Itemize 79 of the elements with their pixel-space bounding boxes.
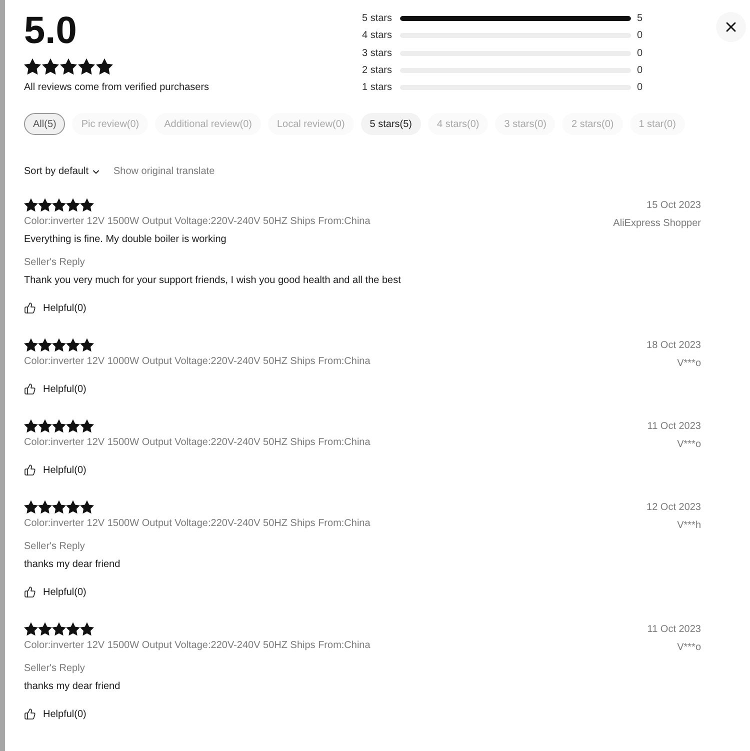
helpful-button[interactable]: Helpful(0) (24, 461, 86, 480)
rating-count: 0 (637, 29, 643, 44)
star-icon (24, 198, 38, 212)
product-variant: Color:inverter 12V 1000W Output Voltage:220V-240V 50HZ Ships From:China (24, 355, 370, 370)
seller-reply-label: Seller's Reply (24, 662, 85, 676)
helpful-button[interactable]: Helpful(0) (24, 299, 86, 318)
seller-reply-text: Thank you very much for your support friends, I wish you good health and all the best (24, 274, 401, 288)
star-icon (38, 419, 52, 434)
seller-reply-text: thanks my dear friend (24, 680, 120, 694)
reviewer-name: V***o (677, 438, 701, 452)
show-original-link[interactable]: Show original translate (113, 165, 215, 180)
rating-count: 0 (637, 64, 643, 78)
star-icon (60, 58, 77, 75)
star-icon (66, 338, 80, 352)
star-icon (66, 622, 80, 636)
verified-note: All reviews come from verified purchasers (24, 81, 210, 95)
seller-reply-label: Seller's Reply (24, 540, 85, 554)
rating-count: 0 (637, 46, 643, 61)
review-date: 11 Oct 2023 (647, 420, 701, 434)
thumbs-up-icon (24, 586, 36, 598)
review-date: 18 Oct 2023 (646, 339, 701, 354)
reviewer-name: V***o (677, 357, 701, 372)
star-icon (78, 58, 95, 75)
thumbs-up-icon (24, 708, 36, 720)
star-icon (38, 500, 52, 514)
helpful-button[interactable]: Helpful(0) (24, 380, 86, 398)
star-icon (66, 500, 80, 514)
star-icon (38, 198, 52, 212)
star-icon (52, 500, 66, 514)
reviewer-name: AliExpress Shopper (613, 217, 701, 232)
star-icon (24, 58, 41, 75)
rating-count: 0 (637, 81, 643, 96)
star-icon (52, 198, 66, 212)
star-icon (38, 338, 52, 352)
thumbs-up-icon (24, 302, 36, 314)
product-variant: Color:inverter 12V 1500W Output Voltage:220V-240V 50HZ Ships From:China (24, 436, 370, 450)
star-icon (52, 419, 66, 434)
star-icon (38, 622, 52, 636)
thumbs-up-icon (24, 464, 36, 476)
reviewer-name: V***h (677, 519, 701, 534)
star-icon (80, 338, 94, 352)
rating-label: 1 stars (362, 81, 394, 96)
rating-label: 3 stars (362, 46, 394, 61)
review-date: 11 Oct 2023 (647, 623, 701, 638)
star-icon (80, 500, 94, 514)
review-date: 12 Oct 2023 (646, 501, 701, 516)
star-icon (24, 622, 38, 636)
seller-reply-text: thanks my dear friend (24, 558, 120, 572)
thumbs-up-icon (24, 383, 36, 396)
product-variant: Color:inverter 12V 1500W Output Voltage:220V-240V 50HZ Ships From:China (24, 517, 370, 532)
filter-chip[interactable]: 5 stars(5) (360, 113, 422, 136)
rating-label: 5 stars (362, 12, 394, 26)
seller-reply-label: Seller's Reply (24, 256, 85, 270)
rating-count: 5 (637, 12, 643, 26)
review-date: 15 Oct 2023 (646, 199, 701, 214)
star-icon (80, 622, 94, 636)
star-icon (52, 622, 66, 636)
close-button[interactable] (716, 12, 746, 42)
star-icon (96, 58, 113, 75)
star-icon (80, 198, 94, 212)
product-variant: Color:inverter 12V 1500W Output Voltage:220V-240V 50HZ Ships From:China (24, 639, 370, 654)
star-icon (24, 338, 38, 352)
star-icon (66, 419, 80, 434)
rating-label: 4 stars (362, 29, 394, 44)
star-icon (24, 500, 38, 514)
star-icon (80, 419, 94, 434)
star-icon (42, 58, 59, 75)
star-icon (52, 338, 66, 352)
sort-dropdown[interactable]: Sort by default (24, 165, 102, 180)
star-icon (24, 419, 38, 434)
filter-chip[interactable]: All(5) (24, 113, 66, 136)
helpful-button[interactable]: Helpful(0) (24, 705, 86, 724)
helpful-button[interactable]: Helpful(0) (24, 583, 86, 602)
average-score: 5.0 (24, 12, 77, 50)
review-text: Everything is fine. My double boiler is working (24, 233, 226, 248)
rating-label: 2 stars (362, 64, 394, 78)
product-variant: Color:inverter 12V 1500W Output Voltage:220V-240V 50HZ Ships From:China (24, 215, 370, 230)
reviewer-name: V***o (677, 641, 701, 656)
star-icon (66, 198, 80, 212)
